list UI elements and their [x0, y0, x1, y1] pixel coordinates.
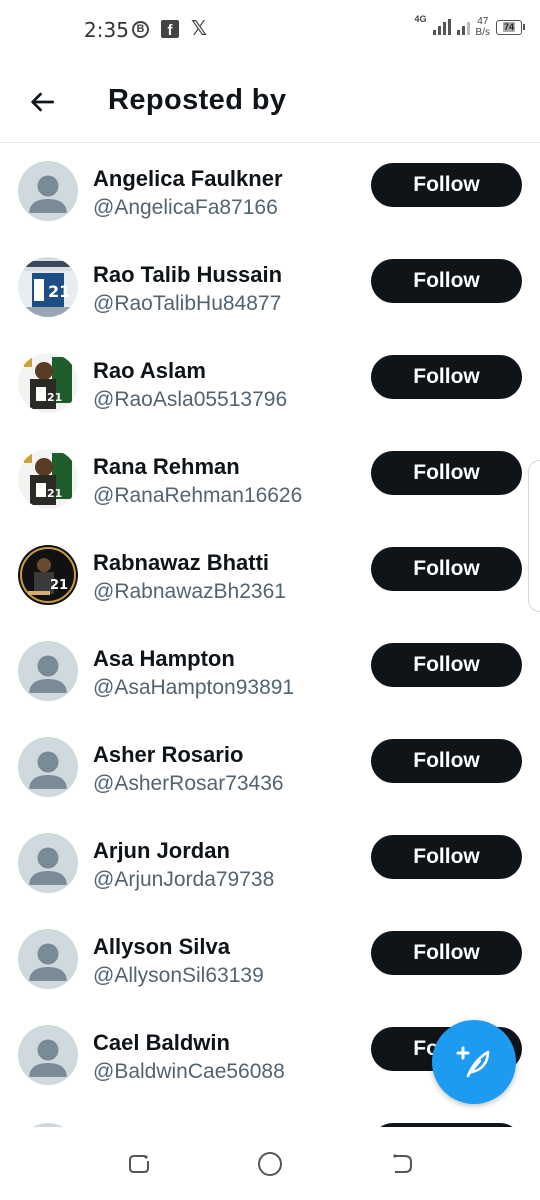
follow-button[interactable]: Follow — [371, 259, 522, 303]
list-item[interactable]: Angelica Faulkner @AngelicaFa87166 Follow — [0, 143, 540, 239]
back-icon — [393, 1154, 412, 1173]
battery-icon: 74 — [496, 19, 525, 35]
status-bar: 2:35 B f 𝕏 4G 47 B/s 74 — [0, 0, 540, 62]
back-button[interactable] — [26, 86, 58, 118]
svg-text:21: 21 — [47, 391, 62, 404]
list-item[interactable]: 21 Rana Rehman @RanaRehman16626 Follow — [0, 431, 540, 527]
avatar[interactable] — [18, 641, 78, 701]
recents-icon — [129, 1155, 149, 1173]
avatar[interactable] — [18, 1025, 78, 1085]
system-icons: 4G 47 B/s 74 — [414, 13, 525, 38]
b-circle-icon: B — [132, 20, 149, 38]
battery-level: 74 — [502, 22, 515, 32]
recents-button[interactable] — [126, 1151, 152, 1177]
user-name: Arjun Jordan — [93, 838, 230, 863]
x-icon: 𝕏 — [191, 18, 208, 40]
user-name: Rao Talib Hussain — [93, 262, 283, 287]
list-item[interactable]: Allyson Silva @AllysonSil63139 Follow — [0, 911, 540, 1007]
user-handle: @BaldwinCae56088 — [93, 1060, 285, 1083]
avatar[interactable]: 21 — [18, 545, 78, 605]
user-handle: @AngelicaFa87166 — [93, 196, 278, 219]
list-item[interactable]: 21 Rao Talib Hussain @RaoTalibHu84877 Follo… — [0, 239, 540, 335]
user-name: Cael Baldwin — [93, 1030, 230, 1055]
list-item[interactable]: Asher Rosario @AsherRosar73436 Follow — [0, 719, 540, 815]
user-name: Asa Hampton — [93, 646, 235, 671]
avatar[interactable] — [18, 929, 78, 989]
side-panel-handle[interactable] — [528, 460, 540, 612]
avatar[interactable]: 21 — [18, 449, 78, 509]
user-handle: @AsaHampton93891 — [93, 676, 295, 699]
user-handle: @RabnawazBh2361 — [93, 580, 286, 603]
signal-icon — [432, 19, 451, 35]
network-speed: 47 B/s — [476, 16, 490, 38]
svg-text:21: 21 — [48, 282, 70, 301]
user-name: Asher Rosario — [93, 742, 244, 767]
page-title: Reposted by — [108, 84, 287, 116]
facebook-icon: f — [161, 20, 179, 38]
system-back-button[interactable] — [389, 1151, 415, 1177]
list-item[interactable]: 21 Rao Aslam @RaoAsla05513796 Follow — [0, 335, 540, 431]
list-item[interactable]: Asa Hampton @AsaHampton93891 Follow — [0, 623, 540, 719]
user-name: Rana Rehman — [93, 454, 240, 479]
avatar[interactable]: 21 — [18, 353, 78, 413]
network-speed-value: 47 — [477, 16, 489, 27]
svg-text:21: 21 — [47, 487, 62, 500]
user-name: Allyson Silva — [93, 934, 230, 959]
user-name: Rao Aslam — [93, 358, 206, 383]
follow-button[interactable]: Follow — [371, 835, 522, 879]
home-button[interactable] — [257, 1151, 283, 1177]
user-handle: @RaoAsla05513796 — [93, 388, 288, 411]
follow-button[interactable]: Follow — [371, 451, 522, 495]
user-name: Rabnawaz Bhatti — [93, 550, 270, 575]
follow-button[interactable]: Follow — [371, 931, 522, 975]
follow-button[interactable]: Follow — [371, 739, 522, 783]
avatar[interactable] — [18, 833, 78, 893]
network-speed-unit: B/s — [475, 27, 490, 38]
avatar[interactable] — [18, 737, 78, 797]
top-header: Reposted by — [0, 62, 540, 143]
follow-button[interactable]: Follow — [371, 163, 522, 207]
compose-button[interactable] — [432, 1020, 516, 1104]
follow-button[interactable]: Follow — [371, 355, 522, 399]
signal-icon-2 — [456, 19, 470, 35]
user-handle: @RaoTalibHu84877 — [93, 292, 282, 315]
notification-icons: B f 𝕏 — [132, 19, 207, 39]
list-item[interactable]: 21 Rabnawaz Bhatti @RabnawazBh2361 Follow — [0, 527, 540, 623]
list-item[interactable]: Arjun Jordan @ArjunJorda79738 Follow — [0, 815, 540, 911]
avatar[interactable] — [18, 161, 78, 221]
list-item-partial — [0, 1103, 540, 1127]
svg-text:21: 21 — [50, 578, 68, 593]
user-list: Angelica Faulkner @AngelicaFa87166 Follow 2… — [0, 143, 540, 1103]
user-name: Angelica Faulkner — [93, 166, 283, 191]
status-time: 2:35 — [84, 18, 129, 42]
follow-button[interactable]: Follow — [371, 547, 522, 591]
follow-button[interactable]: Follow — [371, 643, 522, 687]
user-handle: @AllysonSil63139 — [93, 964, 264, 987]
compose-plus-feather-icon — [456, 1046, 490, 1078]
user-handle: @RanaRehman16626 — [93, 484, 303, 507]
user-handle: @AsherRosar73436 — [93, 772, 284, 795]
network-type: 4G — [414, 13, 427, 24]
system-nav-bar — [0, 1127, 540, 1200]
arrow-left-icon — [31, 92, 54, 112]
user-handle: @ArjunJorda79738 — [93, 868, 275, 891]
avatar[interactable]: 21 — [18, 257, 78, 317]
home-circle-icon — [258, 1152, 282, 1176]
